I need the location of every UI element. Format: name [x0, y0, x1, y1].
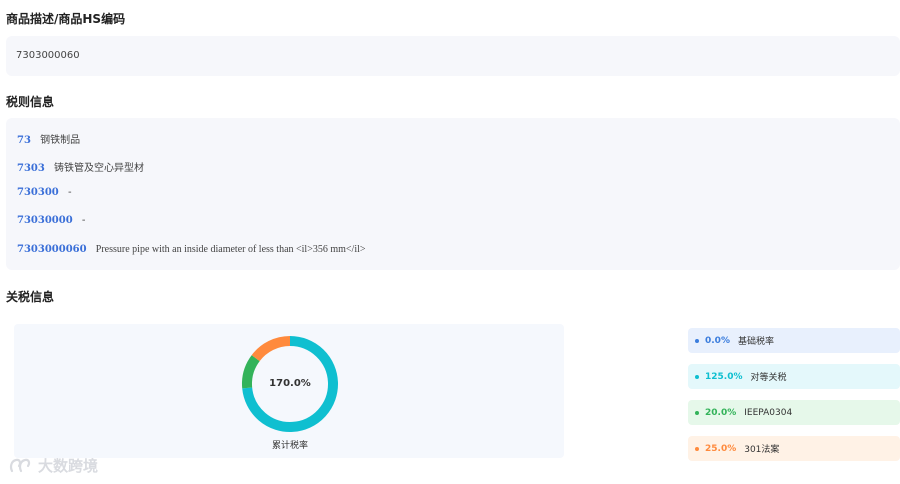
legend-label: 基础税率: [737, 337, 774, 347]
legend-dot-icon: [695, 410, 699, 415]
legend-label: IEEPA0304: [744, 407, 793, 418]
donut-center-value: 170.0%: [269, 378, 311, 389]
legend-dot-icon: [695, 338, 699, 343]
legend-percent: 125.0%: [705, 371, 743, 382]
legend-percent: 25.0%: [705, 443, 737, 454]
legend-percent: 0.0%: [705, 335, 730, 346]
logo-icon: [9, 458, 31, 472]
legend-dot-icon: [695, 446, 699, 451]
legend-dot-icon: [695, 374, 699, 379]
legend-item-ieepa[interactable]: 20.0% IEEPA0304: [688, 400, 900, 425]
legend-item-reciprocal-tariff[interactable]: 125.0% 对等关税: [688, 364, 900, 389]
legend-item-section-301[interactable]: 25.0% 301法案: [688, 436, 900, 461]
legend-label: 对等关税: [750, 373, 787, 383]
legend-item-base-rate[interactable]: 0.0% 基础税率: [688, 328, 900, 353]
legend-percent: 20.0%: [705, 407, 737, 418]
donut-caption: 累计税率: [271, 441, 308, 451]
donut-slice-301法案[interactable]: [251, 336, 291, 362]
legend-label: 301法案: [744, 445, 780, 455]
watermark-text: 大数跨境: [38, 457, 99, 475]
watermark: 大数跨境: [8, 455, 98, 476]
